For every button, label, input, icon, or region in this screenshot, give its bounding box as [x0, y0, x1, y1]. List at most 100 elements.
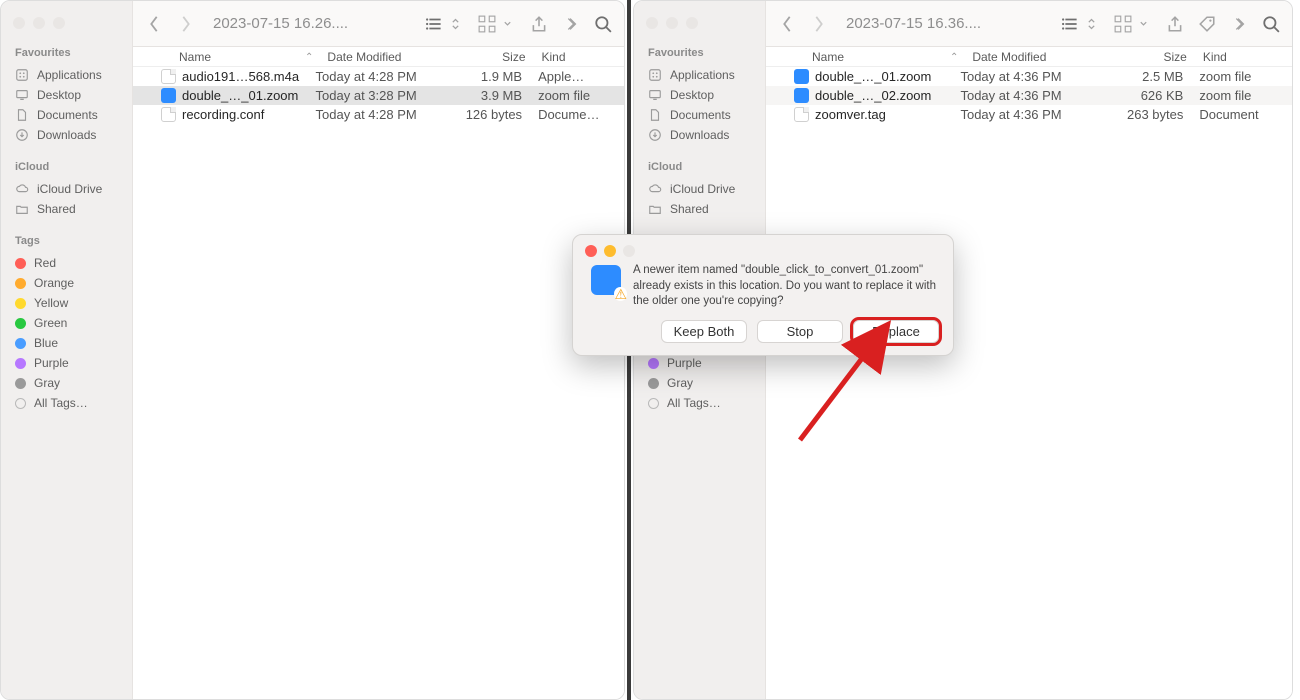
- table-row[interactable]: audio191…568.m4a Today at 4:28 PM 1.9 MB…: [133, 67, 624, 86]
- applications-icon: [648, 68, 662, 82]
- sort-asc-icon: ⌃: [950, 52, 958, 63]
- stop-button[interactable]: Stop: [757, 320, 843, 343]
- sidebar-tag-red[interactable]: Red: [1, 253, 132, 273]
- sidebar-item-label: Shared: [670, 202, 709, 216]
- sidebar-item-label: Desktop: [37, 88, 81, 102]
- table-row[interactable]: double_…_02.zoom Today at 4:36 PM 626 KB…: [766, 86, 1292, 105]
- finder-window-left: Favourites Applications Desktop Document…: [0, 0, 625, 700]
- sidebar-item-label: Orange: [34, 276, 74, 290]
- applications-icon: [15, 68, 29, 82]
- file-kind: Document: [1191, 107, 1292, 122]
- zoom-icon[interactable]: [686, 17, 698, 29]
- grid-icon: [478, 15, 496, 33]
- forward-button[interactable]: [810, 15, 828, 33]
- sidebar-item-all-tags[interactable]: All Tags…: [634, 393, 765, 413]
- table-row[interactable]: double_…_01.zoom Today at 3:28 PM 3.9 MB…: [133, 86, 624, 105]
- table-row[interactable]: double_…_01.zoom Today at 4:36 PM 2.5 MB…: [766, 67, 1292, 86]
- minimize-icon[interactable]: [666, 17, 678, 29]
- column-date[interactable]: Date Modified: [319, 50, 451, 64]
- file-kind: zoom file: [1191, 88, 1292, 103]
- minimize-icon[interactable]: [33, 17, 45, 29]
- column-headers: Name⌃ Date Modified Size Kind: [766, 47, 1292, 67]
- sidebar-item-applications[interactable]: Applications: [1, 65, 132, 85]
- grid-icon: [1114, 15, 1132, 33]
- sidebar-item-label: Desktop: [670, 88, 714, 102]
- minimize-icon[interactable]: [604, 245, 616, 257]
- file-date: Today at 4:36 PM: [952, 107, 1100, 122]
- view-list-button[interactable]: [426, 15, 464, 33]
- view-list-button[interactable]: [1062, 15, 1100, 33]
- file-date: Today at 4:36 PM: [952, 69, 1100, 84]
- sidebar-item-downloads[interactable]: Downloads: [1, 125, 132, 145]
- sidebar-item-icloud-drive[interactable]: iCloud Drive: [1, 179, 132, 199]
- share-button[interactable]: [1166, 15, 1184, 33]
- file-date: Today at 4:28 PM: [308, 69, 445, 84]
- forward-button[interactable]: [177, 15, 195, 33]
- column-size[interactable]: Size: [1107, 50, 1195, 64]
- group-by-button[interactable]: [1114, 15, 1152, 33]
- sidebar-tag-gray[interactable]: Gray: [634, 373, 765, 393]
- table-row[interactable]: zoomver.tag Today at 4:36 PM 263 bytes D…: [766, 105, 1292, 124]
- chevron-down-icon: [1134, 15, 1152, 33]
- file-name: audio191…568.m4a: [182, 69, 299, 84]
- sidebar-item-label: Shared: [37, 202, 76, 216]
- column-size[interactable]: Size: [451, 50, 533, 64]
- sidebar-item-label: iCloud Drive: [37, 182, 102, 196]
- close-icon[interactable]: [13, 17, 25, 29]
- column-name[interactable]: Name⌃: [766, 50, 964, 64]
- window-title: 2023-07-15 16.26....: [213, 15, 348, 32]
- keep-both-button[interactable]: Keep Both: [661, 320, 747, 343]
- desktop-icon: [648, 88, 662, 102]
- zoom-icon[interactable]: [53, 17, 65, 29]
- sort-asc-icon: ⌃: [305, 52, 313, 63]
- column-name[interactable]: Name⌃: [133, 50, 319, 64]
- documents-icon: [15, 108, 29, 122]
- file-size: 3.9 MB: [445, 88, 530, 103]
- file-name: zoomver.tag: [815, 107, 886, 122]
- table-row[interactable]: recording.conf Today at 4:28 PM 126 byte…: [133, 105, 624, 124]
- sidebar-item-label: Downloads: [37, 128, 96, 142]
- share-button[interactable]: [530, 15, 548, 33]
- sidebar-item-shared[interactable]: Shared: [1, 199, 132, 219]
- more-button[interactable]: [562, 15, 580, 33]
- sidebar-item-all-tags[interactable]: All Tags…: [1, 393, 132, 413]
- sidebar-tag-gray[interactable]: Gray: [1, 373, 132, 393]
- sidebar-tag-blue[interactable]: Blue: [1, 333, 132, 353]
- tag-button[interactable]: [1198, 15, 1216, 33]
- search-button[interactable]: [1262, 15, 1280, 33]
- column-date[interactable]: Date Modified: [964, 50, 1106, 64]
- sidebar-tag-green[interactable]: Green: [1, 313, 132, 333]
- close-icon[interactable]: [585, 245, 597, 257]
- close-icon[interactable]: [646, 17, 658, 29]
- all-tags-icon: [15, 398, 26, 409]
- sidebar-item-documents[interactable]: Documents: [634, 105, 765, 125]
- icloud-heading: iCloud: [1, 161, 132, 179]
- sidebar-item-desktop[interactable]: Desktop: [634, 85, 765, 105]
- sidebar-tag-purple[interactable]: Purple: [634, 353, 765, 373]
- replace-button[interactable]: Replace: [853, 320, 939, 343]
- more-button[interactable]: [1230, 15, 1248, 33]
- sidebar-item-label: Purple: [34, 356, 69, 370]
- sidebar-item-documents[interactable]: Documents: [1, 105, 132, 125]
- sidebar-item-downloads[interactable]: Downloads: [634, 125, 765, 145]
- column-kind[interactable]: Kind: [1195, 50, 1292, 64]
- group-by-button[interactable]: [478, 15, 516, 33]
- chevron-updown-icon: [446, 15, 464, 33]
- sidebar-tag-orange[interactable]: Orange: [1, 273, 132, 293]
- file-kind: Apple…: [530, 69, 624, 84]
- search-button[interactable]: [594, 15, 612, 33]
- sidebar-item-applications[interactable]: Applications: [634, 65, 765, 85]
- zoom-icon: [623, 245, 635, 257]
- sidebar-item-label: Blue: [34, 336, 58, 350]
- downloads-icon: [15, 128, 29, 142]
- back-button[interactable]: [778, 15, 796, 33]
- sidebar-item-shared[interactable]: Shared: [634, 199, 765, 219]
- column-kind[interactable]: Kind: [534, 50, 624, 64]
- file-list: Name⌃ Date Modified Size Kind double_…_0…: [766, 47, 1292, 699]
- sidebar-item-desktop[interactable]: Desktop: [1, 85, 132, 105]
- desktop-icon: [15, 88, 29, 102]
- sidebar-item-icloud-drive[interactable]: iCloud Drive: [634, 179, 765, 199]
- sidebar-tag-purple[interactable]: Purple: [1, 353, 132, 373]
- sidebar-tag-yellow[interactable]: Yellow: [1, 293, 132, 313]
- back-button[interactable]: [145, 15, 163, 33]
